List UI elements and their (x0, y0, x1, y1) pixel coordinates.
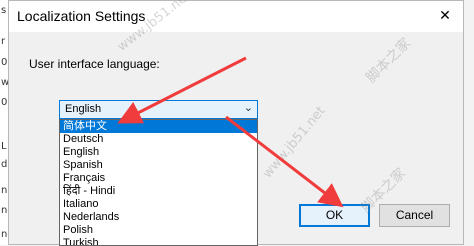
arrow-to-ok-button (225, 115, 344, 208)
arrow-to-chinese-option (117, 56, 247, 124)
annotation-arrows (117, 56, 344, 208)
